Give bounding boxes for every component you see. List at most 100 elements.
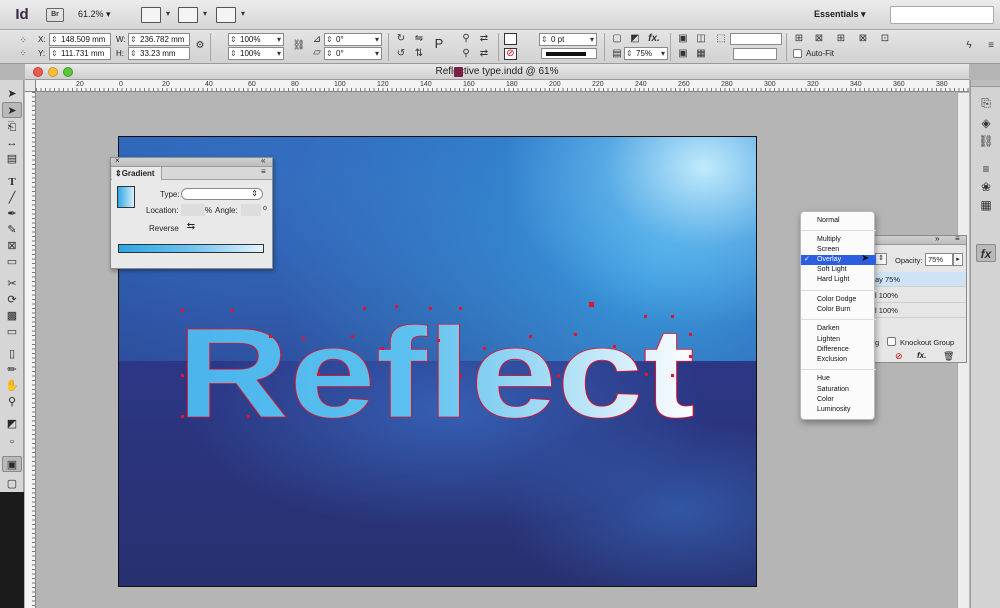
panel-menu-icon[interactable]: ≡	[984, 40, 998, 52]
tab-gradient[interactable]: ⇕Gradient	[112, 167, 162, 180]
constrain-proportions-icon[interactable]: ⚙	[193, 40, 207, 52]
angle-field[interactable]	[241, 204, 261, 216]
fx-icon[interactable]: fx.	[917, 351, 926, 360]
blend-mode-difference[interactable]: Difference	[801, 345, 876, 355]
blend-mode-exclusion[interactable]: Exclusion	[801, 355, 876, 365]
workspace-switcher[interactable]: Essentials ▾	[814, 9, 866, 20]
blend-mode-darken[interactable]: Darken	[801, 324, 876, 334]
align-right-icon[interactable]: ⊞	[834, 33, 848, 45]
normal-view-icon[interactable]: ▣	[2, 456, 22, 472]
blend-mode-dropdown[interactable]: ⇕	[875, 253, 887, 265]
content-collector-icon[interactable]: ▤	[2, 151, 22, 167]
select-container-icon[interactable]: ⚲	[459, 33, 473, 45]
fit-frame-icon[interactable]: ▣	[676, 33, 690, 45]
blend-mode-hue[interactable]: Hue	[801, 374, 876, 384]
opacity-field[interactable]: 75%	[624, 47, 668, 60]
color-panel-icon[interactable]: ❀	[976, 178, 996, 196]
line-tool-icon[interactable]: ╱	[2, 190, 22, 206]
swatches-panel-icon[interactable]: ▦	[976, 196, 996, 214]
blend-mode-multiply[interactable]: Multiply	[801, 235, 876, 245]
panel-menu-icon[interactable]: ≡	[261, 167, 266, 176]
free-transform-tool-icon[interactable]: ⟳	[2, 292, 22, 308]
location-field[interactable]	[181, 204, 205, 216]
opacity-effects-icon[interactable]: ◩	[628, 33, 642, 45]
pen-tool-icon[interactable]: ✒	[2, 206, 22, 222]
stroke-panel-icon[interactable]: ≡	[976, 160, 996, 178]
center-content-icon[interactable]: ▣	[676, 48, 690, 60]
autofit-checkbox[interactable]	[793, 49, 802, 58]
gradient-feather-tool-icon[interactable]: ▭	[2, 324, 22, 340]
distribute-icon[interactable]: ⊠	[856, 33, 870, 45]
screen-mode-icon[interactable]: ▢	[2, 476, 22, 492]
note-tool-icon[interactable]: ▯	[2, 346, 22, 362]
effects-panel-icon[interactable]: fx	[976, 244, 996, 262]
link-icon[interactable]: ⛓	[292, 40, 306, 52]
fit-content-icon[interactable]: ◫	[694, 33, 708, 45]
fill-stroke-icon[interactable]: ◩	[2, 416, 22, 432]
select-next-icon[interactable]: ⇄	[477, 48, 491, 60]
selection-tool-icon[interactable]: ➤	[2, 86, 22, 102]
pencil-tool-icon[interactable]: ✎	[2, 222, 22, 238]
width-field[interactable]: 236.782 mm	[128, 33, 190, 46]
close-icon[interactable]: ×	[115, 156, 120, 165]
blend-mode-hard-light[interactable]: Hard Light	[801, 275, 876, 285]
stroke-weight-field[interactable]: 0 pt	[539, 33, 597, 46]
help-search-input[interactable]	[890, 6, 994, 24]
pages-panel-icon[interactable]: ⎘	[976, 94, 996, 112]
gradient-swatch-tool-icon[interactable]: ▩	[2, 308, 22, 324]
blend-mode-luminosity[interactable]: Luminosity	[801, 405, 876, 415]
fx-icon[interactable]: fx.	[647, 33, 661, 45]
blend-mode-color-burn[interactable]: Color Burn	[801, 305, 876, 315]
rotation-angle-field[interactable]: 0°	[324, 33, 382, 46]
scissors-tool-icon[interactable]: ✂	[2, 276, 22, 292]
flip-vertical-icon[interactable]: ⇅	[412, 48, 426, 60]
quick-apply-icon[interactable]: ϟ	[962, 40, 976, 52]
dock-header[interactable]	[971, 80, 1000, 87]
gradient-ramp[interactable]	[118, 244, 264, 253]
scale-y-field[interactable]: 100%	[228, 47, 284, 60]
blend-mode-saturation[interactable]: Saturation	[801, 385, 876, 395]
x-position-field[interactable]: 148.509 mm	[49, 33, 111, 46]
drop-shadow-icon[interactable]: ▢	[610, 33, 624, 45]
rectangle-frame-tool-icon[interactable]: ⊠	[2, 238, 22, 254]
y-position-field[interactable]: 111.731 mm	[49, 47, 111, 60]
trash-icon[interactable]: 🗑	[943, 351, 954, 362]
shear-angle-field[interactable]: 0°	[324, 47, 382, 60]
layers-panel-icon[interactable]: ◈	[976, 114, 996, 132]
flip-horizontal-icon[interactable]: ⇋	[412, 33, 426, 45]
paragraph-icon[interactable]: P	[432, 37, 446, 50]
select-previous-icon[interactable]: ⇄	[477, 33, 491, 45]
collapse-icon[interactable]: «	[261, 156, 265, 165]
arrange-documents-button[interactable]	[216, 7, 245, 23]
links-panel-icon[interactable]: ⛓	[976, 132, 996, 150]
scale-x-field[interactable]: 100%	[228, 33, 284, 46]
blend-mode-soft-light[interactable]: Soft Light	[801, 265, 876, 275]
blend-mode-normal[interactable]: Normal	[801, 216, 876, 226]
stroke-swatch[interactable]: ⊘	[504, 48, 517, 60]
rectangle-tool-icon[interactable]: ▭	[2, 254, 22, 270]
bridge-button[interactable]: Br	[46, 8, 64, 22]
rotate-ccw-icon[interactable]: ↺	[394, 48, 408, 60]
knockout-group-checkbox[interactable]	[887, 337, 896, 346]
height-field[interactable]: 33.23 mm	[128, 47, 190, 60]
formatting-container-icon[interactable]: ▫	[2, 434, 22, 450]
fill-swatch[interactable]	[504, 33, 517, 45]
view-options-button[interactable]	[141, 7, 170, 23]
corner-shape-dropdown[interactable]	[733, 48, 777, 60]
blend-mode-color[interactable]: Color	[801, 395, 876, 405]
opacity-slider-button[interactable]: ▸	[953, 253, 963, 266]
fill-frame-icon[interactable]: ▦	[694, 48, 708, 60]
blend-mode-lighten[interactable]: Lighten	[801, 335, 876, 345]
zoom-tool-icon[interactable]: ⚲	[2, 394, 22, 410]
blend-mode-color-dodge[interactable]: Color Dodge	[801, 295, 876, 305]
object-style-field[interactable]	[730, 33, 782, 45]
panel-menu-icon[interactable]: ≡	[955, 234, 960, 243]
text-frame-options-icon[interactable]: ⬚	[714, 33, 728, 45]
rotate-cw-icon[interactable]: ↻	[394, 33, 408, 45]
horizontal-ruler[interactable]: 20 0 20 40 60 80 100 120 140 160 180 200 220 240 260 28…	[36, 80, 991, 92]
select-content-icon[interactable]: ⚲	[459, 48, 473, 60]
collapse-icon[interactable]: »	[935, 234, 939, 243]
panel-header[interactable]: × «	[111, 156, 272, 167]
page-tool-icon[interactable]: ⎗	[2, 119, 22, 135]
screen-mode-button[interactable]	[178, 7, 207, 23]
